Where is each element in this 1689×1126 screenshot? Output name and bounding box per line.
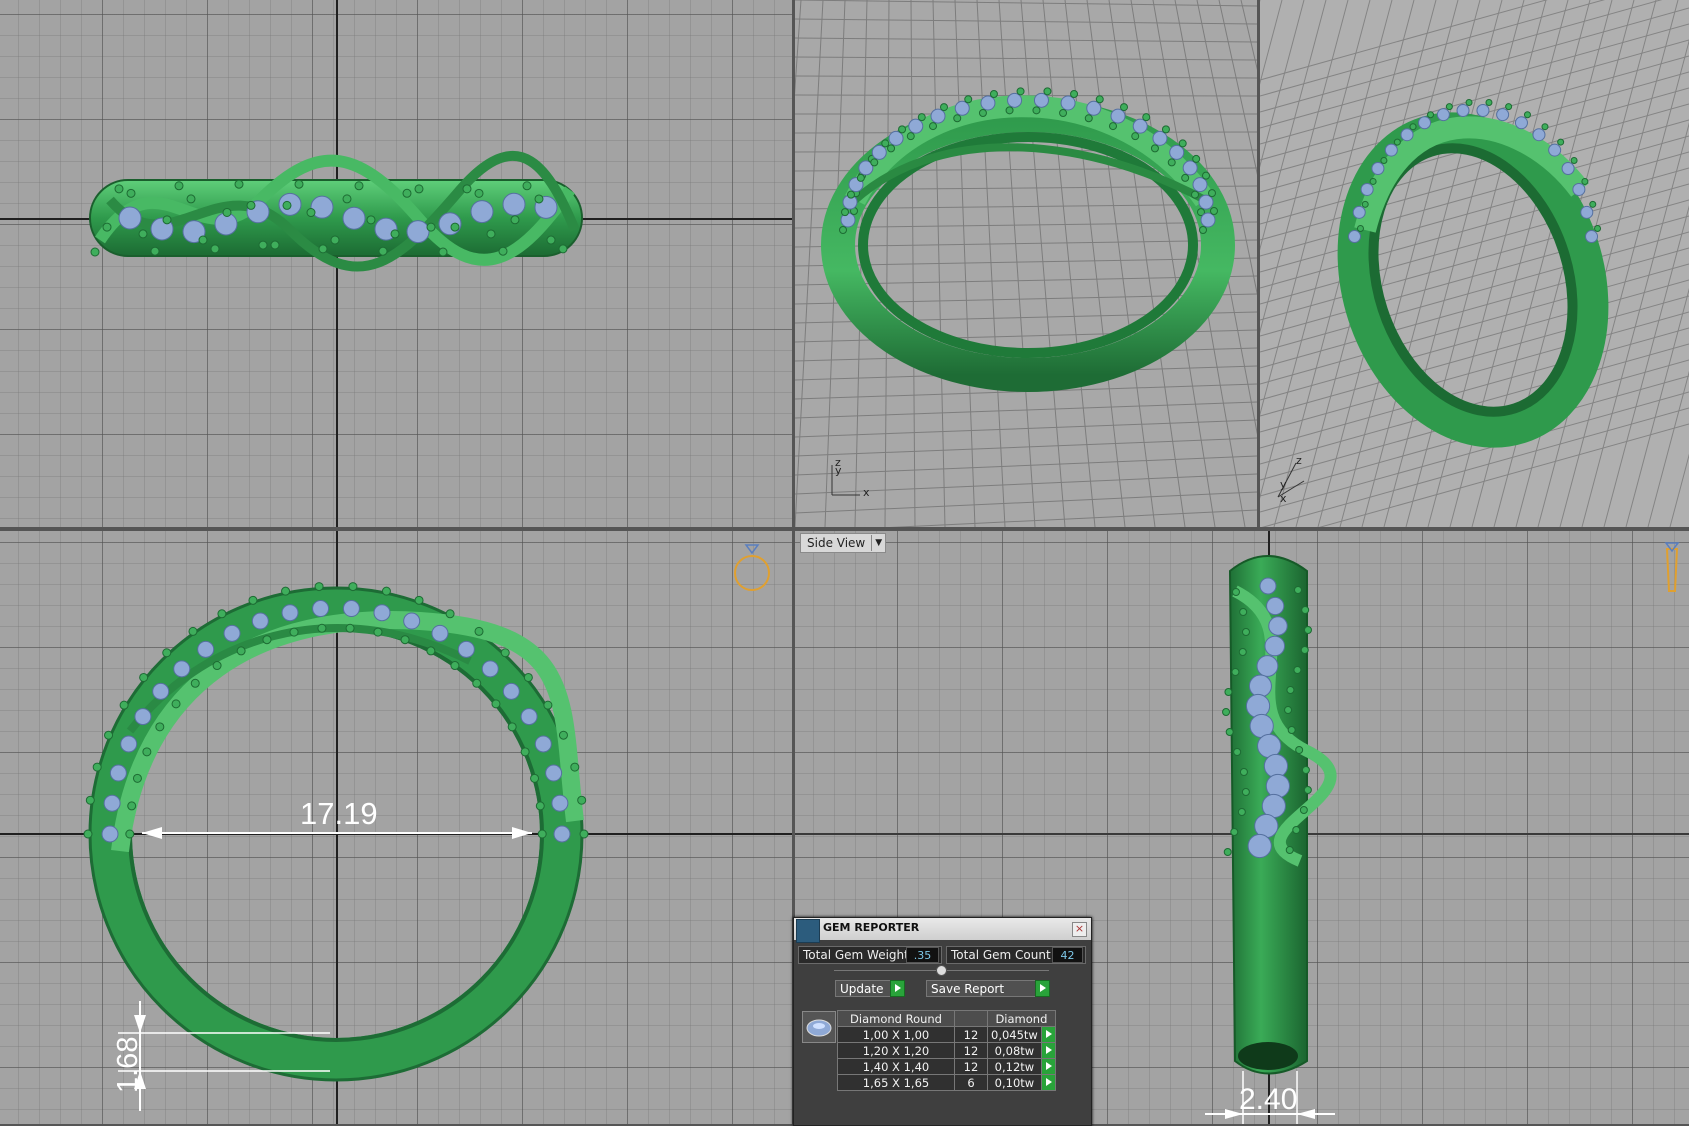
band-width-label: 2.40 — [1239, 1083, 1298, 1116]
row-size: 1,40 X 1,40 — [837, 1058, 955, 1075]
axis-z-label: z — [835, 456, 841, 469]
total-gem-count-value: 42 — [1052, 947, 1083, 963]
gem-reporter-panel[interactable]: GEM REPORTER × Total Gem Weight .35 Tota… — [793, 917, 1092, 1126]
header-diamond: Diamond — [987, 1010, 1056, 1027]
row-play-button[interactable] — [1040, 1074, 1056, 1091]
row-play-button[interactable] — [1040, 1042, 1056, 1059]
total-gem-count-text: Total Gem Count — [951, 948, 1051, 962]
diamond-icon — [806, 1019, 832, 1037]
row-count: 12 — [954, 1042, 988, 1059]
axis-gizmo-1: y z x — [831, 456, 870, 499]
row-size: 1,20 X 1,20 — [837, 1042, 955, 1059]
row-size: 1,65 X 1,65 — [837, 1074, 955, 1091]
ring-front-model — [89, 150, 583, 272]
row-weight: 0,08tw — [987, 1042, 1042, 1059]
row-weight: 0,10tw — [987, 1074, 1042, 1091]
table-row: 1,00 X 1,00 12 0,045tw — [837, 1026, 1056, 1043]
row-play-button[interactable] — [1040, 1026, 1056, 1043]
total-gem-weight-value: .35 — [906, 947, 939, 963]
table-row: 1,65 X 1,65 6 0,10tw — [837, 1074, 1056, 1091]
collapse-toggle-icon[interactable] — [936, 965, 947, 976]
row-count: 12 — [954, 1026, 988, 1043]
table-row: 1,20 X 1,20 12 0,08tw — [837, 1042, 1056, 1059]
inner-diameter-label: 17.19 — [300, 796, 378, 831]
axis-x-label: x — [863, 486, 870, 499]
gem-reporter-titlebar[interactable]: GEM REPORTER × — [794, 918, 1091, 943]
orientation-indicator-side-icon — [1665, 548, 1679, 592]
save-report-button-label: Save Report — [931, 982, 1005, 996]
play-icon — [1035, 980, 1050, 997]
header-diamond-round: Diamond Round — [837, 1010, 955, 1027]
play-icon — [890, 980, 905, 997]
axis-y-label-2: y — [1280, 478, 1287, 491]
table-row: 1,40 X 1,40 12 0,12tw — [837, 1058, 1056, 1075]
total-gem-weight-text: Total Gem Weight — [803, 948, 909, 962]
ring-top-model — [83, 544, 770, 1111]
gem-reporter-logo-icon — [796, 919, 820, 943]
top-viewport[interactable]: 17.19 1.68 — [0, 531, 792, 1124]
header-count — [954, 1010, 988, 1027]
update-button[interactable]: Update — [835, 980, 905, 997]
row-play-button[interactable] — [1040, 1058, 1056, 1075]
gem-table-header: Diamond Round Diamond — [837, 1010, 1056, 1027]
band-thickness-label: 1.68 — [112, 1036, 144, 1093]
front-viewport[interactable] — [0, 0, 792, 527]
row-size: 1,00 X 1,00 — [837, 1026, 955, 1043]
gem-reporter-title: GEM REPORTER — [823, 921, 920, 934]
row-count: 12 — [954, 1058, 988, 1075]
orientation-indicator-icon — [734, 555, 770, 591]
perspective-viewport-2[interactable]: z y x — [1260, 0, 1689, 527]
row-weight: 0,12tw — [987, 1058, 1042, 1075]
row-count: 6 — [954, 1074, 988, 1091]
gem-table: Diamond Round Diamond 1,00 X 1,00 12 0,0… — [837, 1010, 1056, 1091]
axis-x-label-2: x — [1280, 492, 1287, 505]
axis-z-label-2: z — [1296, 454, 1302, 467]
close-icon[interactable]: × — [1072, 922, 1087, 937]
update-button-label: Update — [840, 982, 884, 996]
perspective-viewport-1[interactable]: y z x — [795, 0, 1257, 527]
axis-gizmo-2: z y x — [1277, 454, 1305, 505]
save-report-button[interactable]: Save Report — [926, 980, 1050, 997]
row-weight: 0,045tw — [987, 1026, 1042, 1043]
diamond-round-thumbnail — [802, 1011, 836, 1043]
